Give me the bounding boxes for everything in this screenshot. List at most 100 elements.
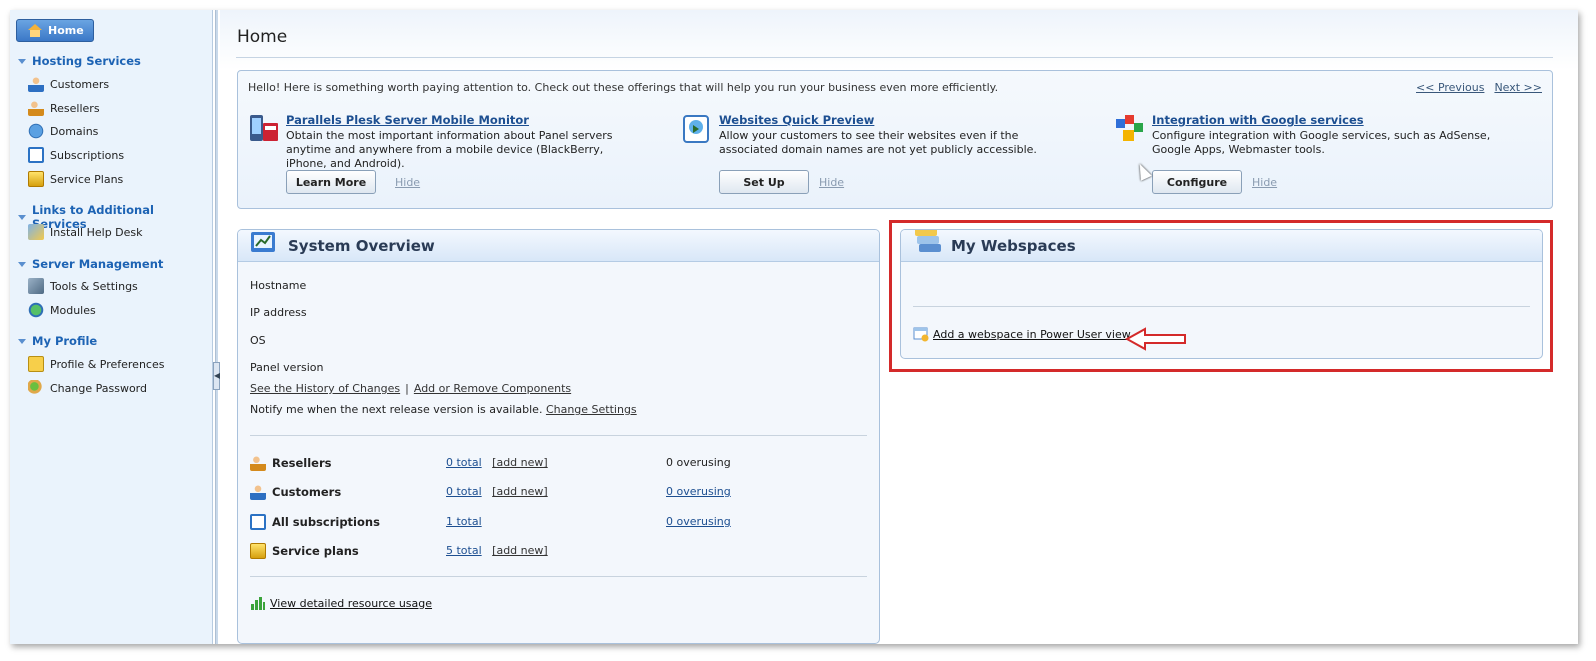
sidebar-item-resellers[interactable]: Resellers <box>28 100 100 116</box>
page-title: Home <box>237 27 288 47</box>
sidebar-item-change-password[interactable]: Change Password <box>28 380 147 396</box>
stat-resellers-links: 0 total [add new] <box>446 456 548 469</box>
stat-subscriptions: All subscriptions <box>250 514 380 530</box>
notify-row: Notify me when the next release version … <box>250 403 637 416</box>
customer-icon <box>250 484 266 500</box>
stat-resellers: Resellers <box>250 455 332 471</box>
hide-link[interactable]: Hide <box>395 176 420 189</box>
service-plan-icon <box>250 543 266 559</box>
total-link[interactable]: 5 total <box>446 544 482 557</box>
add-new-link[interactable]: [add new] <box>492 485 548 498</box>
divider <box>250 576 867 577</box>
sidebar-item-modules[interactable]: Modules <box>28 302 96 318</box>
home-button[interactable]: Home <box>16 19 94 42</box>
bar-chart-icon <box>251 597 265 610</box>
globe-icon <box>28 123 44 139</box>
sidebar-item-service-plans[interactable]: Service Plans <box>28 171 123 187</box>
history-row: See the History of Changes | Add or Remove… <box>250 382 571 395</box>
offer-description: Allow your customers to see their websit… <box>719 129 1037 156</box>
quick-preview-icon <box>683 115 709 143</box>
hide-link[interactable]: Hide <box>819 176 844 189</box>
subscription-icon <box>28 147 44 163</box>
main-content: Home Hello! Here is something worth payi… <box>220 10 1578 644</box>
highlight-box <box>889 220 1553 372</box>
overusing-link[interactable]: 0 overusing <box>666 456 731 469</box>
reseller-icon <box>250 455 266 471</box>
hostname-label: Hostname <box>250 279 307 292</box>
change-settings-link[interactable]: Change Settings <box>546 403 637 416</box>
promo-panel: Hello! Here is something worth paying at… <box>237 70 1553 209</box>
add-new-link[interactable]: [add new] <box>492 456 548 469</box>
section-server-management[interactable]: Server Management <box>18 257 163 271</box>
resource-usage-link[interactable]: View detailed resource usage <box>270 597 432 610</box>
red-arrow-icon <box>1125 327 1186 351</box>
os-label: OS <box>250 334 266 347</box>
panel-header: System Overview <box>238 230 879 262</box>
resource-usage-row: View detailed resource usage <box>250 595 432 611</box>
hide-link[interactable]: Hide <box>1252 176 1277 189</box>
promo-next-link[interactable]: Next >> <box>1494 81 1542 94</box>
google-icon <box>1116 115 1143 141</box>
service-plan-icon <box>28 171 44 187</box>
subscription-icon <box>250 514 266 530</box>
section-hosting-services[interactable]: Hosting Services <box>18 54 141 68</box>
reseller-icon <box>28 100 44 116</box>
sidebar-item-domains[interactable]: Domains <box>28 123 98 139</box>
configure-button[interactable]: Configure <box>1152 170 1242 194</box>
stat-service-plans-links: 5 total [add new] <box>446 544 548 557</box>
total-link[interactable]: 0 total <box>446 456 482 469</box>
components-link[interactable]: Add or Remove Components <box>414 382 571 395</box>
promo-previous-link[interactable]: << Previous <box>1416 81 1484 94</box>
collapse-sidebar-handle[interactable]: ◀ <box>213 362 220 390</box>
chevron-down-icon <box>18 261 26 267</box>
sidebar-splitter[interactable] <box>215 10 218 644</box>
title-divider <box>236 57 1553 58</box>
promo-nav: << Previous Next >> <box>1406 81 1542 94</box>
total-link[interactable]: 0 total <box>446 485 482 498</box>
sidebar-item-tools-settings[interactable]: Tools & Settings <box>28 278 138 294</box>
sidebar-item-customers[interactable]: Customers <box>28 76 109 92</box>
add-new-link[interactable]: [add new] <box>492 544 548 557</box>
chevron-down-icon <box>18 338 26 344</box>
offer-title[interactable]: Websites Quick Preview <box>719 113 874 127</box>
total-link[interactable]: 1 total <box>446 515 482 528</box>
link-separator: | <box>405 382 409 395</box>
history-link[interactable]: See the History of Changes <box>250 382 400 395</box>
notify-text: Notify me when the next release version … <box>250 403 543 416</box>
offer-description: Configure integration with Google servic… <box>1152 129 1491 156</box>
promo-intro: Hello! Here is something worth paying at… <box>248 81 999 94</box>
key-icon <box>28 380 44 396</box>
system-overview-panel: System Overview Hostname IP address OS P… <box>237 229 880 644</box>
learn-more-button[interactable]: Learn More <box>286 170 376 194</box>
stat-subscriptions-links: 1 total <box>446 515 482 528</box>
stat-customers: Customers <box>250 484 341 500</box>
overusing-link[interactable]: 0 overusing <box>666 485 731 498</box>
profile-icon <box>28 356 44 372</box>
browser-frame: Home Hosting Services Customers Reseller… <box>10 10 1578 644</box>
chevron-down-icon <box>18 214 26 220</box>
ip-address-label: IP address <box>250 306 307 319</box>
offer-title[interactable]: Parallels Plesk Server Mobile Monitor <box>286 113 529 127</box>
modules-icon <box>28 302 44 318</box>
panel-version-label: Panel version <box>250 361 324 374</box>
set-up-button[interactable]: Set Up <box>719 170 809 194</box>
tools-icon <box>28 278 44 294</box>
system-overview-icon <box>251 232 275 252</box>
chevron-down-icon <box>18 58 26 64</box>
sidebar-item-install-help-desk[interactable]: Install Help Desk <box>28 224 143 240</box>
home-icon <box>28 24 42 37</box>
panel-title: System Overview <box>288 237 435 255</box>
sidebar-item-profile-preferences[interactable]: Profile & Preferences <box>28 356 164 372</box>
offer-title[interactable]: Integration with Google services <box>1152 113 1364 127</box>
offer-description: Obtain the most important information ab… <box>286 129 613 170</box>
section-my-profile[interactable]: My Profile <box>18 334 97 348</box>
mobile-monitor-icon <box>250 115 278 141</box>
stat-customers-links: 0 total [add new] <box>446 485 548 498</box>
help-desk-icon <box>28 224 44 240</box>
customer-icon <box>28 76 44 92</box>
divider <box>250 435 867 436</box>
stat-service-plans: Service plans <box>250 543 359 559</box>
sidebar-item-subscriptions[interactable]: Subscriptions <box>28 147 124 163</box>
sidebar: Home Hosting Services Customers Reseller… <box>10 10 213 644</box>
overusing-link[interactable]: 0 overusing <box>666 515 731 528</box>
